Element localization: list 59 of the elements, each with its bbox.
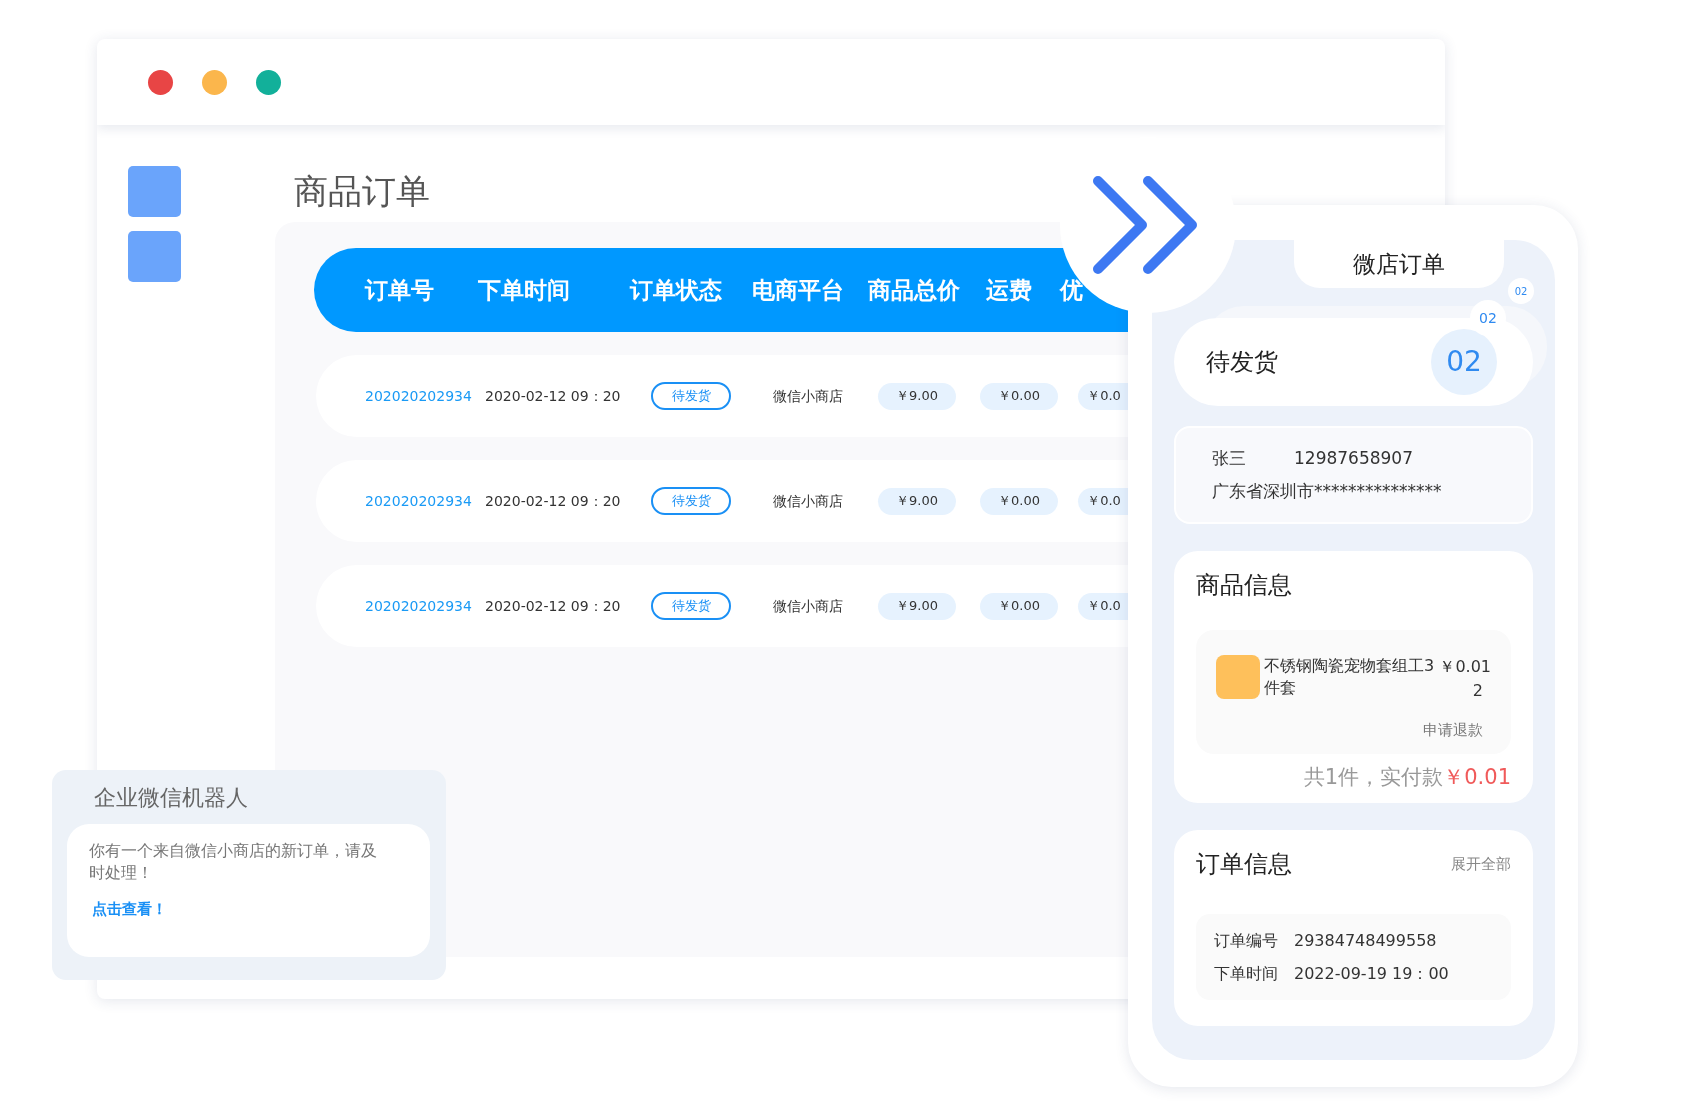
status-tag: 待发货 <box>651 487 731 515</box>
field-value: 2022-09-19 19：00 <box>1294 963 1449 985</box>
product-name: 不锈钢陶瓷宠物套组工3件套 <box>1264 655 1436 699</box>
product-quantity: 2 <box>1472 680 1483 702</box>
square-icon[interactable] <box>128 166 181 217</box>
card-title: 商品信息 <box>1196 570 1293 601</box>
window-control-dot[interactable] <box>202 69 227 95</box>
contact-address: 广东省深圳市*************** <box>1212 480 1443 503</box>
field-label: 下单时间 <box>1214 963 1278 985</box>
status-tag: 待发货 <box>651 592 731 620</box>
table-cell-text: 微信小商店 <box>773 596 844 616</box>
order-number-link[interactable]: 202020202934 <box>365 595 485 617</box>
column-header: 商品总价 <box>868 275 961 305</box>
price-tag: ￥9.00 <box>878 382 956 410</box>
screen-title: 微店订单 <box>1293 240 1504 288</box>
price-tag: ￥9.00 <box>878 592 956 620</box>
column-header: 电商平台 <box>752 275 845 305</box>
column-header: 运费 <box>986 275 1033 305</box>
contact-name: 张三 <box>1212 447 1246 470</box>
table-cell-text: 2020-02-12 09：20 <box>485 596 622 616</box>
order-summary: 共1件，实付款 <box>1303 763 1444 791</box>
column-header: 优 <box>1060 275 1084 305</box>
column-header: 订单号 <box>365 275 435 305</box>
price-tag: ￥0.0 <box>1078 382 1130 410</box>
popup-title: 企业微信机器人 <box>94 784 249 812</box>
price-tag: ￥0.00 <box>980 592 1058 620</box>
product-thumbnail <box>1216 655 1260 699</box>
column-header: 下单时间 <box>478 275 571 305</box>
field-label: 订单编号 <box>1214 930 1278 952</box>
price-tag: ￥9.00 <box>878 487 956 515</box>
product-price: ￥0.01 <box>1439 656 1491 678</box>
expand-all-link[interactable]: 展开全部 <box>1451 852 1511 876</box>
message-text: 你有一个来自微信小商店的新订单，请及时处理！ <box>89 840 378 884</box>
square-icon[interactable] <box>128 231 181 282</box>
order-number-link[interactable]: 202020202934 <box>365 490 485 512</box>
view-link[interactable]: 点击查看！ <box>92 898 167 921</box>
price-tag: ￥0.0 <box>1078 487 1130 515</box>
count-badge: 02 <box>1508 278 1534 304</box>
count-badge: 02 <box>1431 329 1497 395</box>
window-control-dot[interactable] <box>148 69 173 95</box>
status-label: 待发货 <box>1206 347 1278 378</box>
card-title: 订单信息 <box>1196 849 1292 880</box>
table-cell-text: 2020-02-12 09：20 <box>485 491 622 511</box>
field-value: 29384748499558 <box>1294 930 1437 952</box>
status-tag: 待发货 <box>651 382 731 410</box>
paid-amount: ￥0.01 <box>1443 763 1511 791</box>
price-tag: ￥0.0 <box>1078 592 1130 620</box>
order-number-link[interactable]: 202020202934 <box>365 385 485 407</box>
column-header: 订单状态 <box>630 275 723 305</box>
refund-button[interactable]: 申请退款 <box>1423 719 1483 742</box>
page-title: 商品订单 <box>294 174 431 208</box>
window-control-dot[interactable] <box>256 69 281 95</box>
table-cell-text: 2020-02-12 09：20 <box>485 386 622 406</box>
price-tag: ￥0.00 <box>980 382 1058 410</box>
contact-phone: 12987658907 <box>1294 447 1413 470</box>
table-cell-text: 微信小商店 <box>773 491 844 511</box>
table-cell-text: 微信小商店 <box>773 386 844 406</box>
count-badge: 02 <box>1470 300 1506 336</box>
price-tag: ￥0.00 <box>980 487 1058 515</box>
